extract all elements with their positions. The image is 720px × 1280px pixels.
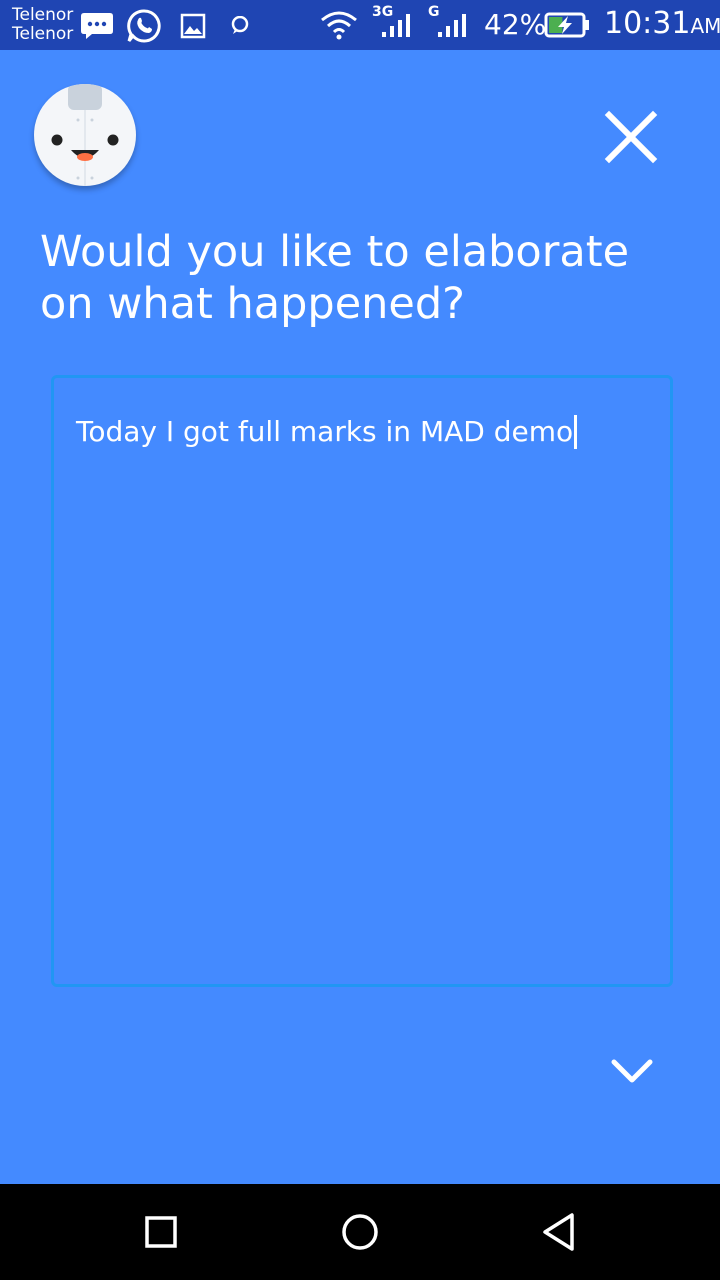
text-cursor [574, 415, 578, 449]
signal-icon [438, 14, 466, 37]
bot-face-icon [51, 84, 119, 186]
wifi-icon [321, 11, 357, 40]
back-icon [543, 1213, 574, 1251]
battery-charging-icon [544, 12, 589, 38]
close-icon [604, 110, 658, 164]
carrier-name-2: Telenor [12, 24, 74, 44]
recent-apps-icon [145, 1216, 177, 1248]
whatsapp-icon [127, 9, 161, 43]
back-button[interactable] [534, 1206, 586, 1258]
navigation-bar [0, 1184, 720, 1280]
gallery-icon [180, 13, 206, 39]
home-icon [342, 1214, 378, 1250]
prompt-question: Would you like to elaborate on what happ… [40, 227, 630, 329]
elaborate-text-field[interactable]: Today I got full marks in MAD demo [51, 375, 673, 987]
carrier-labels: Telenor Telenor [12, 6, 73, 44]
next-button[interactable] [608, 1048, 656, 1096]
entry-value: Today I got full marks in MAD demo [76, 415, 574, 448]
message-icon [81, 13, 113, 39]
chevron-down-icon [611, 1059, 653, 1083]
signal-icon [382, 14, 410, 37]
chat-bubble-icon [231, 16, 249, 34]
battery-percent: 42% [484, 8, 547, 41]
home-button[interactable] [334, 1206, 386, 1258]
carrier-name-1: Telenor [12, 5, 74, 25]
bot-avatar [34, 84, 136, 186]
clock: 10:31AM [604, 7, 720, 43]
entry-text-line[interactable]: Today I got full marks in MAD demo [76, 415, 578, 449]
recent-apps-button[interactable] [135, 1206, 187, 1258]
clock-ampm: AM [690, 14, 720, 38]
close-button[interactable] [600, 106, 662, 168]
clock-time: 10:31 [604, 6, 691, 41]
status-bar: Telenor Telenor 3G G 42% 10:31AM [0, 0, 720, 50]
